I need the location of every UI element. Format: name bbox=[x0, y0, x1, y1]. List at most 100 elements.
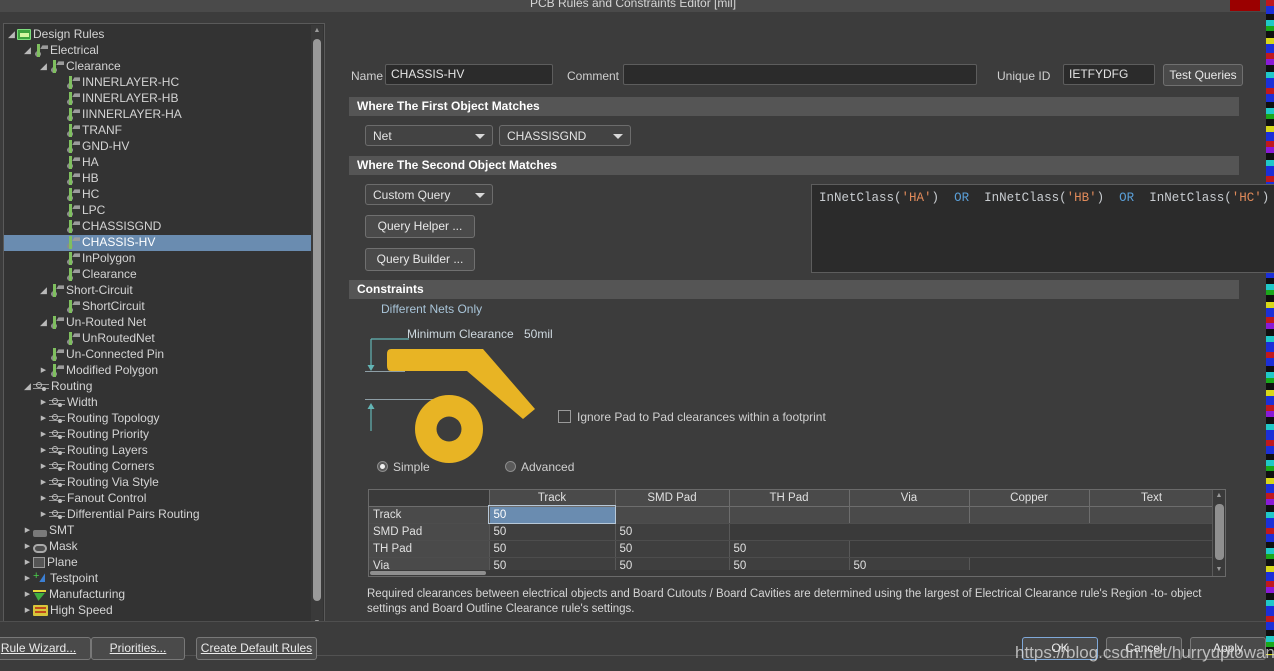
name-input[interactable]: CHASSIS-HV bbox=[385, 64, 553, 85]
tree-item-modified-polygon[interactable]: Modified Polygon bbox=[4, 363, 312, 379]
tree-item-un-routed-net[interactable]: Un-Routed Net bbox=[4, 315, 312, 331]
grid-cell[interactable] bbox=[729, 523, 849, 541]
grid-cell[interactable]: 50 bbox=[489, 540, 616, 558]
custom-query-editor[interactable]: InNetClass('HA') OR InNetClass('HB') OR … bbox=[811, 184, 1274, 273]
first-object-scope-dropdown[interactable]: Net bbox=[365, 125, 493, 146]
clearance-matrix-grid[interactable]: Track SMD Pad TH Pad Via Copper Text Track 50 S… bbox=[368, 489, 1226, 577]
priorities-button[interactable]: Priorities... bbox=[91, 637, 185, 660]
column-header[interactable]: TH Pad bbox=[729, 490, 850, 507]
grid-cell[interactable] bbox=[729, 506, 850, 524]
chevron-right-icon[interactable] bbox=[22, 602, 33, 619]
grid-cell[interactable]: 50 bbox=[489, 523, 616, 541]
grid-cell[interactable]: 50 bbox=[615, 523, 730, 541]
grid-cell[interactable] bbox=[969, 523, 1089, 541]
tree-item-fanout-control[interactable]: Fanout Control bbox=[4, 491, 312, 507]
scroll-up-icon[interactable]: ▲ bbox=[311, 25, 323, 37]
tree-item-hc[interactable]: HC bbox=[4, 187, 312, 203]
tree-item-routing-via-style[interactable]: Routing Via Style bbox=[4, 475, 312, 491]
query-helper-button[interactable]: Query Helper ... bbox=[365, 215, 475, 238]
tree-item-iinnerlayer-ha[interactable]: IINNERLAYER-HA bbox=[4, 107, 312, 123]
tree-item-clearance[interactable]: Clearance bbox=[4, 59, 312, 75]
tree-item-short-circuit[interactable]: Short-Circuit bbox=[4, 283, 312, 299]
tree-item-smt[interactable]: SMT bbox=[4, 523, 312, 539]
tree-vertical-scrollbar[interactable]: ▲ ▼ bbox=[311, 25, 323, 629]
chevron-right-icon[interactable] bbox=[22, 554, 33, 571]
tree-scrollbar-thumb[interactable] bbox=[313, 39, 321, 601]
column-header[interactable] bbox=[369, 490, 490, 507]
chevron-down-icon[interactable] bbox=[38, 282, 49, 299]
chevron-down-icon[interactable] bbox=[22, 42, 33, 59]
chevron-right-icon[interactable] bbox=[22, 538, 33, 555]
grid-vertical-scrollbar[interactable]: ▲ ▼ bbox=[1212, 490, 1225, 576]
tree-item-mask[interactable]: Mask bbox=[4, 539, 312, 555]
chevron-right-icon[interactable] bbox=[38, 426, 49, 443]
chevron-right-icon[interactable] bbox=[22, 586, 33, 603]
chevron-right-icon[interactable] bbox=[38, 362, 49, 379]
grid-cell[interactable]: 50 bbox=[729, 540, 850, 558]
grid-cell[interactable]: 50 bbox=[615, 540, 730, 558]
chevron-down-icon[interactable] bbox=[6, 26, 17, 43]
column-header[interactable]: Text bbox=[1089, 490, 1215, 507]
tree-item-lpc[interactable]: LPC bbox=[4, 203, 312, 219]
grid-cell[interactable] bbox=[849, 506, 970, 524]
grid-cell[interactable] bbox=[969, 540, 1089, 558]
tree-item-routing-priority[interactable]: Routing Priority bbox=[4, 427, 312, 443]
grid-cell[interactable] bbox=[969, 506, 1090, 524]
grid-scroll-down-icon[interactable]: ▼ bbox=[1213, 564, 1225, 576]
grid-cell[interactable] bbox=[1089, 506, 1215, 524]
grid-cell[interactable] bbox=[1089, 540, 1214, 558]
tree-item-electrical[interactable]: Electrical bbox=[4, 43, 312, 59]
tree-item-un-connected-pin[interactable]: Un-Connected Pin bbox=[4, 347, 312, 363]
design-rules-tree-panel[interactable]: Design Rules Electrical Clearance INNERLAYE… bbox=[3, 23, 325, 631]
tree-item-inpolygon[interactable]: InPolygon bbox=[4, 251, 312, 267]
apply-button[interactable]: Apply bbox=[1190, 637, 1266, 660]
chevron-right-icon[interactable] bbox=[38, 458, 49, 475]
tree-item-clearance[interactable]: Clearance bbox=[4, 267, 312, 283]
comment-input[interactable] bbox=[623, 64, 977, 85]
chevron-down-icon[interactable] bbox=[38, 58, 49, 75]
chevron-right-icon[interactable] bbox=[22, 570, 33, 587]
first-object-net-dropdown[interactable]: CHASSISGND bbox=[499, 125, 631, 146]
chevron-right-icon[interactable] bbox=[38, 474, 49, 491]
unique-id-input[interactable]: IETFYDFG bbox=[1063, 64, 1155, 85]
grid-cell[interactable] bbox=[849, 540, 969, 558]
tree-item-innerlayer-hb[interactable]: INNERLAYER-HB bbox=[4, 91, 312, 107]
tree-item-innerlayer-hc[interactable]: INNERLAYER-HC bbox=[4, 75, 312, 91]
tree-item-tranf[interactable]: TRANF bbox=[4, 123, 312, 139]
tree-item-chassis-hv[interactable]: CHASSIS-HV bbox=[4, 235, 312, 251]
tree-item-routing[interactable]: Routing bbox=[4, 379, 312, 395]
chevron-right-icon[interactable] bbox=[38, 490, 49, 507]
create-default-rules-button[interactable]: Create Default Rules bbox=[196, 637, 317, 660]
tree-item-high-speed[interactable]: High Speed bbox=[4, 603, 312, 619]
tree-item-routing-layers[interactable]: Routing Layers bbox=[4, 443, 312, 459]
grid-scrollbar-thumb[interactable] bbox=[1215, 504, 1224, 560]
tree-item-routing-topology[interactable]: Routing Topology bbox=[4, 411, 312, 427]
column-header[interactable]: Track bbox=[489, 490, 616, 507]
chevron-right-icon[interactable] bbox=[38, 506, 49, 523]
tree-item-differential-pairs-routing[interactable]: Differential Pairs Routing bbox=[4, 507, 312, 523]
ok-button[interactable]: OK bbox=[1022, 637, 1098, 660]
tree-item-design-rules[interactable]: Design Rules bbox=[4, 27, 312, 43]
grid-horizontal-scrollbar[interactable] bbox=[369, 570, 1214, 576]
tree-item-routing-corners[interactable]: Routing Corners bbox=[4, 459, 312, 475]
grid-cell[interactable]: 50 bbox=[488, 505, 616, 524]
column-header[interactable]: Via bbox=[849, 490, 970, 507]
grid-cell[interactable] bbox=[849, 523, 969, 541]
chevron-down-icon[interactable] bbox=[22, 378, 33, 395]
chevron-right-icon[interactable] bbox=[38, 410, 49, 427]
chevron-right-icon[interactable] bbox=[38, 394, 49, 411]
close-icon[interactable] bbox=[1230, 0, 1260, 11]
tree-item-gnd-hv[interactable]: GND-HV bbox=[4, 139, 312, 155]
ignore-pad-to-pad-checkbox[interactable] bbox=[558, 410, 571, 423]
grid-cell[interactable] bbox=[1089, 523, 1214, 541]
tree-item-chassisgnd[interactable]: CHASSISGND bbox=[4, 219, 312, 235]
advanced-radio[interactable] bbox=[505, 461, 516, 472]
tree-item-unroutednet[interactable]: UnRoutedNet bbox=[4, 331, 312, 347]
tree-item-plane[interactable]: Plane bbox=[4, 555, 312, 571]
column-header[interactable]: SMD Pad bbox=[615, 490, 730, 507]
tree-item-testpoint[interactable]: Testpoint bbox=[4, 568, 312, 587]
tree-item-shortcircuit[interactable]: ShortCircuit bbox=[4, 299, 312, 315]
chevron-down-icon[interactable] bbox=[38, 314, 49, 331]
rule-wizard-button[interactable]: Rule Wizard... bbox=[0, 637, 91, 660]
second-object-scope-dropdown[interactable]: Custom Query bbox=[365, 184, 493, 205]
